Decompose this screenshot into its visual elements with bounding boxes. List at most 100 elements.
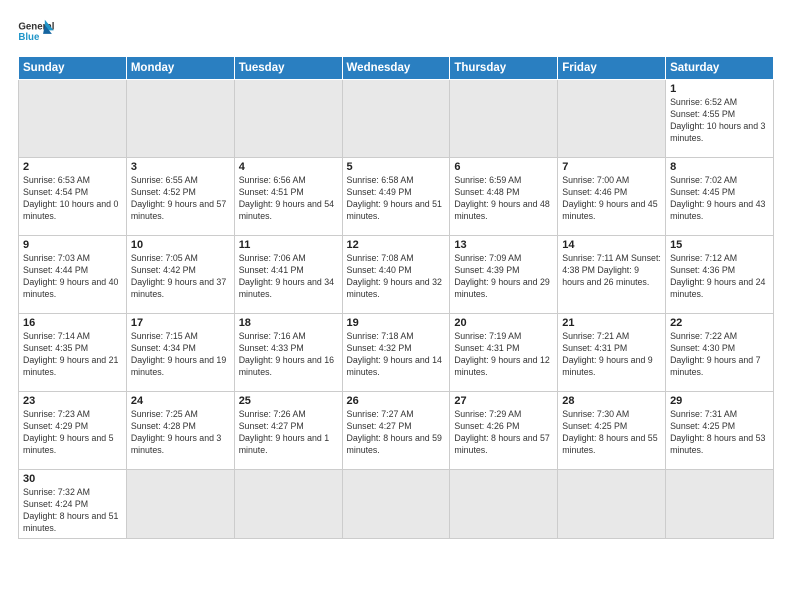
weekday-header-thursday: Thursday — [450, 57, 558, 80]
calendar-cell: 25 Sunrise: 7:26 AM Sunset: 4:27 PM Dayli… — [234, 392, 342, 470]
calendar-cell: 19 Sunrise: 7:18 AM Sunset: 4:32 PM Dayli… — [342, 314, 450, 392]
day-number: 3 — [131, 161, 230, 173]
day-info: Sunrise: 7:32 AM Sunset: 4:24 PM Dayligh… — [23, 487, 122, 535]
day-number: 11 — [239, 239, 338, 251]
calendar-week-row: 30Sunrise: 7:32 AM Sunset: 4:24 PM Dayli… — [19, 470, 774, 539]
calendar-table: SundayMondayTuesdayWednesdayThursdayFrid… — [18, 56, 774, 539]
day-number: 22 — [670, 317, 769, 329]
day-number: 23 — [23, 395, 122, 407]
calendar-cell: 4 Sunrise: 6:56 AM Sunset: 4:51 PM Daylig… — [234, 158, 342, 236]
day-info: Sunrise: 7:29 AM Sunset: 4:26 PM Dayligh… — [454, 409, 553, 457]
calendar-cell: 9 Sunrise: 7:03 AM Sunset: 4:44 PM Daylig… — [19, 236, 127, 314]
calendar-cell — [126, 80, 234, 158]
day-number: 21 — [562, 317, 661, 329]
day-number: 15 — [670, 239, 769, 251]
calendar-cell: 6 Sunrise: 6:59 AM Sunset: 4:48 PM Daylig… — [450, 158, 558, 236]
day-number: 9 — [23, 239, 122, 251]
day-number: 29 — [670, 395, 769, 407]
calendar-cell — [558, 80, 666, 158]
day-info: Sunrise: 6:56 AM Sunset: 4:51 PM Dayligh… — [239, 175, 338, 223]
day-info: Sunrise: 7:31 AM Sunset: 4:25 PM Dayligh… — [670, 409, 769, 457]
day-number: 20 — [454, 317, 553, 329]
day-info: Sunrise: 7:08 AM Sunset: 4:40 PM Dayligh… — [347, 253, 446, 301]
day-info: Sunrise: 7:15 AM Sunset: 4:34 PM Dayligh… — [131, 331, 230, 379]
day-number: 5 — [347, 161, 446, 173]
day-info: Sunrise: 6:55 AM Sunset: 4:52 PM Dayligh… — [131, 175, 230, 223]
generalblue-logo-icon: General Blue — [18, 18, 54, 48]
calendar-cell: 21Sunrise: 7:21 AM Sunset: 4:31 PM Dayli… — [558, 314, 666, 392]
weekday-header-sunday: Sunday — [19, 57, 127, 80]
calendar-cell: 13 Sunrise: 7:09 AM Sunset: 4:39 PM Dayli… — [450, 236, 558, 314]
calendar-cell — [558, 470, 666, 539]
day-info: Sunrise: 7:09 AM Sunset: 4:39 PM Dayligh… — [454, 253, 553, 301]
day-number: 18 — [239, 317, 338, 329]
calendar-cell: 12 Sunrise: 7:08 AM Sunset: 4:40 PM Dayli… — [342, 236, 450, 314]
day-number: 6 — [454, 161, 553, 173]
day-info: Sunrise: 7:22 AM Sunset: 4:30 PM Dayligh… — [670, 331, 769, 379]
calendar-cell: 27 Sunrise: 7:29 AM Sunset: 4:26 PM Dayli… — [450, 392, 558, 470]
day-number: 27 — [454, 395, 553, 407]
calendar-cell: 20 Sunrise: 7:19 AM Sunset: 4:31 PM Dayli… — [450, 314, 558, 392]
calendar-cell: 8Sunrise: 7:02 AM Sunset: 4:45 PM Daylig… — [666, 158, 774, 236]
weekday-header-row: SundayMondayTuesdayWednesdayThursdayFrid… — [19, 57, 774, 80]
day-info: Sunrise: 7:00 AM Sunset: 4:46 PM Dayligh… — [562, 175, 661, 223]
day-info: Sunrise: 7:26 AM Sunset: 4:27 PM Dayligh… — [239, 409, 338, 457]
day-number: 4 — [239, 161, 338, 173]
day-info: Sunrise: 7:18 AM Sunset: 4:32 PM Dayligh… — [347, 331, 446, 379]
calendar-week-row: 16Sunrise: 7:14 AM Sunset: 4:35 PM Dayli… — [19, 314, 774, 392]
day-info: Sunrise: 7:23 AM Sunset: 4:29 PM Dayligh… — [23, 409, 122, 457]
calendar-cell — [234, 80, 342, 158]
calendar-week-row: 1 Sunrise: 6:52 AM Sunset: 4:55 PM Daylig… — [19, 80, 774, 158]
day-number: 13 — [454, 239, 553, 251]
day-number: 1 — [670, 83, 769, 95]
day-info: Sunrise: 6:59 AM Sunset: 4:48 PM Dayligh… — [454, 175, 553, 223]
calendar-cell: 2Sunrise: 6:53 AM Sunset: 4:54 PM Daylig… — [19, 158, 127, 236]
calendar-cell: 30Sunrise: 7:32 AM Sunset: 4:24 PM Dayli… — [19, 470, 127, 539]
day-info: Sunrise: 6:52 AM Sunset: 4:55 PM Dayligh… — [670, 97, 769, 145]
calendar-cell — [450, 470, 558, 539]
day-number: 28 — [562, 395, 661, 407]
day-info: Sunrise: 7:02 AM Sunset: 4:45 PM Dayligh… — [670, 175, 769, 223]
calendar-cell: 3 Sunrise: 6:55 AM Sunset: 4:52 PM Daylig… — [126, 158, 234, 236]
day-info: Sunrise: 7:19 AM Sunset: 4:31 PM Dayligh… — [454, 331, 553, 379]
weekday-header-saturday: Saturday — [666, 57, 774, 80]
calendar-cell — [19, 80, 127, 158]
calendar-cell — [342, 470, 450, 539]
day-info: Sunrise: 7:27 AM Sunset: 4:27 PM Dayligh… — [347, 409, 446, 457]
calendar-cell: 22 Sunrise: 7:22 AM Sunset: 4:30 PM Dayli… — [666, 314, 774, 392]
calendar-week-row: 9 Sunrise: 7:03 AM Sunset: 4:44 PM Daylig… — [19, 236, 774, 314]
day-number: 16 — [23, 317, 122, 329]
day-number: 26 — [347, 395, 446, 407]
calendar-cell — [342, 80, 450, 158]
day-info: Sunrise: 7:05 AM Sunset: 4:42 PM Dayligh… — [131, 253, 230, 301]
day-number: 12 — [347, 239, 446, 251]
calendar-cell — [666, 470, 774, 539]
calendar-cell: 29 Sunrise: 7:31 AM Sunset: 4:25 PM Dayli… — [666, 392, 774, 470]
day-number: 10 — [131, 239, 230, 251]
calendar-cell — [234, 470, 342, 539]
day-number: 25 — [239, 395, 338, 407]
day-info: Sunrise: 7:25 AM Sunset: 4:28 PM Dayligh… — [131, 409, 230, 457]
header: General Blue — [18, 18, 774, 48]
calendar-cell: 14 Sunrise: 7:11 AM Sunset: 4:38 PM Dayli… — [558, 236, 666, 314]
day-number: 14 — [562, 239, 661, 251]
calendar-cell: 5Sunrise: 6:58 AM Sunset: 4:49 PM Daylig… — [342, 158, 450, 236]
day-info: Sunrise: 7:12 AM Sunset: 4:36 PM Dayligh… — [670, 253, 769, 301]
svg-text:Blue: Blue — [18, 32, 40, 43]
day-info: Sunrise: 6:53 AM Sunset: 4:54 PM Dayligh… — [23, 175, 122, 223]
day-number: 24 — [131, 395, 230, 407]
day-info: Sunrise: 7:30 AM Sunset: 4:25 PM Dayligh… — [562, 409, 661, 457]
calendar-cell: 11 Sunrise: 7:06 AM Sunset: 4:41 PM Dayli… — [234, 236, 342, 314]
calendar-cell: 28 Sunrise: 7:30 AM Sunset: 4:25 PM Dayli… — [558, 392, 666, 470]
weekday-header-wednesday: Wednesday — [342, 57, 450, 80]
day-info: Sunrise: 7:11 AM Sunset: 4:38 PM Dayligh… — [562, 253, 661, 289]
calendar-week-row: 23 Sunrise: 7:23 AM Sunset: 4:29 PM Dayli… — [19, 392, 774, 470]
calendar-cell: 17Sunrise: 7:15 AM Sunset: 4:34 PM Dayli… — [126, 314, 234, 392]
day-info: Sunrise: 7:06 AM Sunset: 4:41 PM Dayligh… — [239, 253, 338, 301]
day-number: 19 — [347, 317, 446, 329]
calendar-cell: 10 Sunrise: 7:05 AM Sunset: 4:42 PM Dayli… — [126, 236, 234, 314]
day-info: Sunrise: 7:03 AM Sunset: 4:44 PM Dayligh… — [23, 253, 122, 301]
calendar-cell: 1 Sunrise: 6:52 AM Sunset: 4:55 PM Daylig… — [666, 80, 774, 158]
weekday-header-friday: Friday — [558, 57, 666, 80]
calendar-cell: 16Sunrise: 7:14 AM Sunset: 4:35 PM Dayli… — [19, 314, 127, 392]
